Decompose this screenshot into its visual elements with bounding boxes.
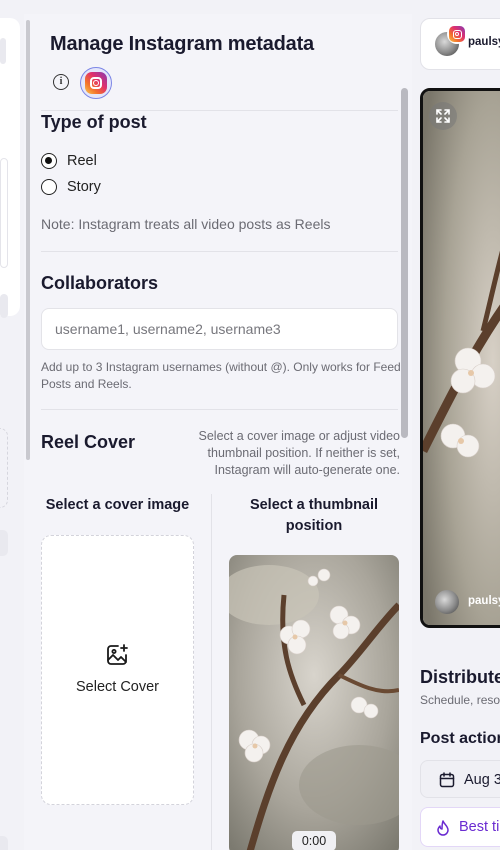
thumbnail-video-frame[interactable]	[229, 555, 399, 850]
expand-preview-button[interactable]	[429, 102, 457, 130]
panel-title: Manage Instagram metadata	[50, 33, 314, 55]
panel-scrollbar[interactable]	[401, 88, 408, 438]
cover-image-column-heading: Select a cover image	[45, 497, 190, 513]
radio-story[interactable]: Story	[41, 179, 101, 195]
thumbnail-column-heading: Select a thumbnail position	[249, 497, 379, 534]
background-element	[0, 158, 8, 268]
instagram-icon	[85, 72, 107, 94]
divider	[41, 110, 398, 111]
reel-cover-heading: Reel Cover	[41, 432, 136, 452]
thumbnail-time-badge: 0:00	[292, 831, 336, 850]
type-of-post-heading: Type of post	[41, 112, 147, 132]
radio-button-reel[interactable]	[41, 153, 57, 169]
background-card	[0, 18, 20, 318]
select-cover-dropzone[interactable]	[41, 535, 194, 805]
distribute-heading: Distribute	[420, 667, 500, 687]
post-preview	[420, 88, 500, 628]
schedule-date-button[interactable]: Aug 3	[420, 760, 500, 798]
radio-button-story[interactable]	[41, 179, 57, 195]
divider	[41, 409, 398, 410]
background-element	[0, 530, 8, 556]
expand-icon	[436, 109, 450, 123]
divider	[41, 251, 398, 252]
select-cover-label[interactable]: Select Cover	[41, 679, 194, 695]
post-actions-heading: Post action	[420, 730, 500, 747]
collaborators-input[interactable]	[41, 308, 398, 350]
account-name: paulsy	[468, 36, 500, 48]
background-element	[0, 294, 8, 318]
distribute-subtitle: Schedule, reso	[420, 693, 500, 707]
post-type-note: Note: Instagram treats all video posts a…	[41, 216, 331, 232]
collaborators-heading: Collaborators	[41, 273, 159, 293]
page-scrollbar[interactable]	[26, 20, 30, 460]
calendar-icon	[439, 772, 455, 788]
blossom-image	[229, 555, 399, 850]
preview-account-name: paulsy	[468, 595, 500, 607]
info-icon[interactable]: i	[53, 74, 69, 90]
instagram-platform-badge[interactable]	[80, 67, 112, 99]
instagram-icon	[447, 24, 467, 44]
schedule-date-label: Aug 3	[464, 772, 500, 788]
reel-cover-hint: Select a cover image or adjust video thu…	[198, 429, 401, 477]
background-element	[0, 836, 8, 850]
best-time-label: Best ti	[459, 819, 500, 835]
background-element	[0, 38, 6, 64]
radio-reel[interactable]: Reel	[41, 153, 97, 169]
preview-image	[423, 91, 500, 625]
column-divider	[211, 494, 212, 850]
radio-label-reel: Reel	[67, 153, 97, 169]
image-plus-icon	[107, 644, 128, 665]
preview-avatar	[435, 590, 459, 614]
radio-label-story: Story	[67, 179, 101, 195]
background-dropzone	[0, 428, 8, 508]
best-time-button[interactable]: Best ti	[420, 807, 500, 847]
collaborators-help-text: Add up to 3 Instagram usernames (without…	[41, 360, 401, 391]
flame-icon	[437, 820, 449, 836]
